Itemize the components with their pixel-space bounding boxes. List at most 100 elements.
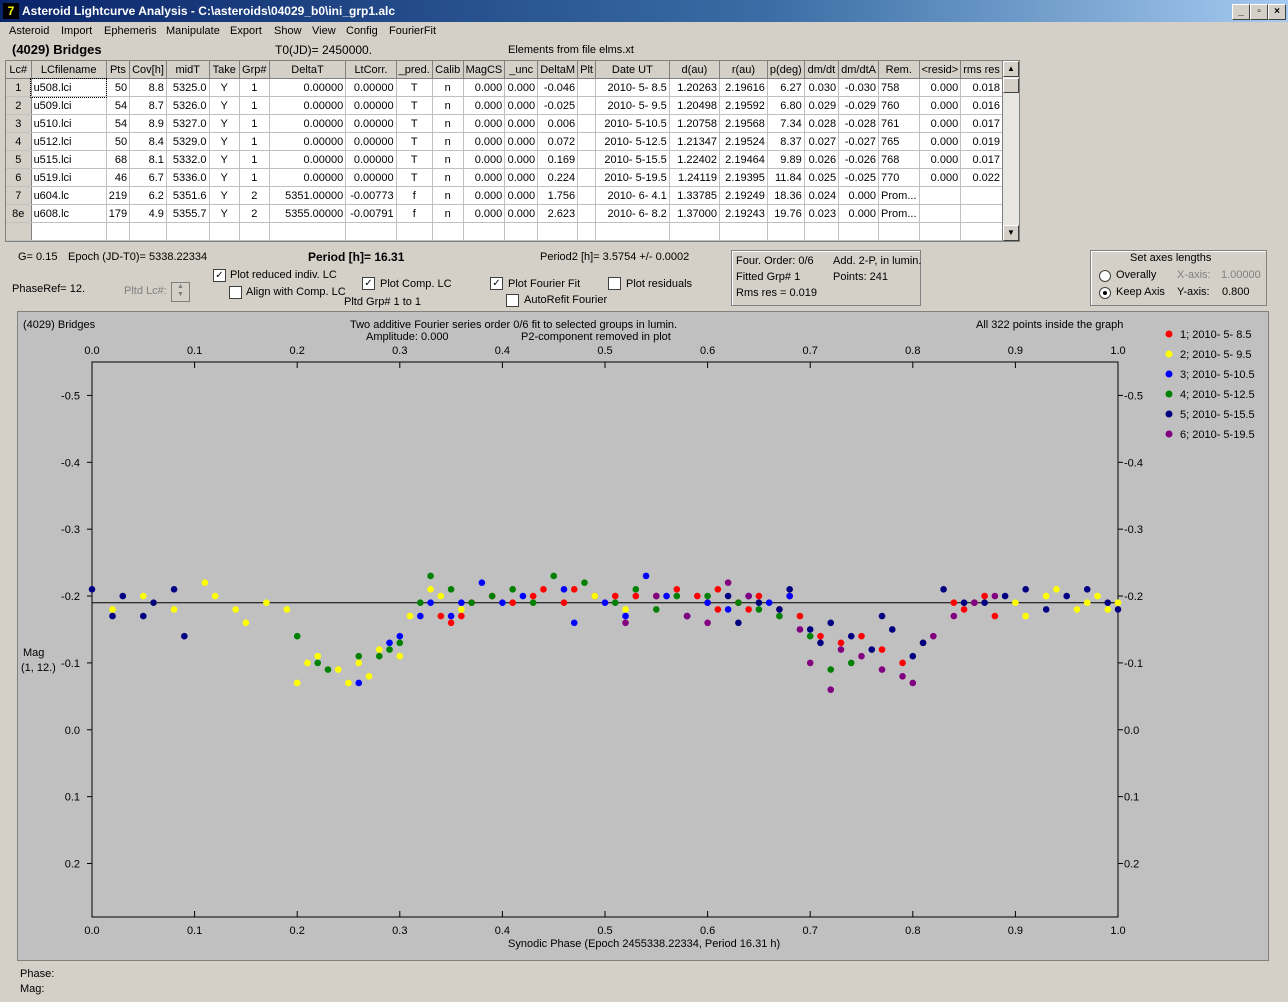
table-cell[interactable]: 54 [106, 114, 131, 133]
table-cell[interactable]: 2010- 5-12.5 [595, 132, 670, 151]
table-cell[interactable]: 0.000 [919, 96, 962, 115]
column-header[interactable]: DeltaT [269, 61, 347, 79]
column-header[interactable]: LCfilename [31, 61, 107, 79]
pltd-lc-spinner[interactable]: ▲ ▼ [171, 282, 190, 302]
table-cell[interactable]: 0.000 [463, 186, 506, 205]
keep-axis-radio[interactable] [1099, 287, 1111, 299]
table-cell[interactable]: u509.lci [31, 96, 107, 115]
table-cell[interactable]: 0.000 [504, 168, 539, 187]
table-cell[interactable] [577, 186, 596, 205]
table-cell[interactable]: 5355.00000 [269, 204, 347, 223]
table-cell[interactable]: 6.80 [767, 96, 805, 115]
table-cell[interactable] [595, 222, 670, 241]
table-cell[interactable]: 7.34 [767, 114, 805, 133]
close-button[interactable]: × [1268, 4, 1286, 20]
table-cell[interactable]: 0.025 [804, 168, 840, 187]
table-cell[interactable]: 0.000 [504, 150, 539, 169]
autorefit-checkbox[interactable] [506, 294, 519, 307]
table-cell[interactable]: T [396, 132, 433, 151]
table-cell[interactable]: 5355.7 [166, 204, 210, 223]
table-cell[interactable]: 1 [239, 78, 270, 97]
table-cell[interactable]: 0.000 [919, 132, 962, 151]
table-cell[interactable]: 9.89 [767, 150, 805, 169]
table-cell[interactable]: n [432, 132, 464, 151]
table-row[interactable]: 2 u509.lci 54 8.7 5326.0 Y 1 0.00000 0.00000 Tn 0.… [6, 96, 1003, 115]
table-cell[interactable] [960, 186, 1003, 205]
table-row[interactable]: 8e u608.lc 179 4.9 5355.7 Y 2 5355.00000 -0.0079… [6, 204, 1003, 223]
table-cell[interactable] [432, 222, 464, 241]
table-cell[interactable]: 1 [239, 168, 270, 187]
table-cell[interactable]: 0.000 [919, 114, 962, 133]
table-cell[interactable]: 0.00000 [345, 96, 397, 115]
table-cell[interactable] [577, 168, 596, 187]
table-cell[interactable]: 6.27 [767, 78, 805, 97]
column-header[interactable]: DeltaM [537, 61, 579, 79]
table-cell[interactable]: -0.046 [537, 78, 579, 97]
table-cell[interactable]: 5332.0 [166, 150, 210, 169]
plot-reduced-checkbox[interactable]: ✓ [213, 269, 226, 282]
table-cell[interactable]: 1.24119 [669, 168, 720, 187]
table-cell[interactable] [719, 222, 768, 241]
table-cell[interactable]: 2.623 [537, 204, 579, 223]
phase-plot[interactable]: 0.0 0.0 0.1 0.1 0.2 0.2 0.3 0.3 0.4 0.4 0.5 0.5 0.6 0… [18, 312, 1268, 960]
table-row[interactable]: 7 u604.lc 219 6.2 5351.6 Y 2 5351.00000 -0.00773… [6, 186, 1003, 205]
table-cell[interactable] [919, 204, 962, 223]
table-cell[interactable]: 0.00000 [345, 78, 397, 97]
table-cell[interactable]: 2010- 5- 9.5 [595, 96, 670, 115]
table-cell[interactable]: 0.00000 [345, 132, 397, 151]
table-cell[interactable] [396, 222, 433, 241]
column-header[interactable]: _pred. [396, 61, 433, 79]
phaseref-value[interactable]: PhaseRef= 12. [12, 283, 85, 295]
table-cell[interactable] [577, 78, 596, 97]
table-cell[interactable] [239, 222, 270, 241]
table-cell[interactable]: 2.19616 [719, 78, 768, 97]
table-cell[interactable]: 0.000 [919, 168, 962, 187]
minimize-button[interactable]: _ [1232, 4, 1250, 20]
column-header[interactable]: Pts [106, 61, 131, 79]
table-cell[interactable]: 179 [106, 204, 131, 223]
table-cell[interactable] [960, 204, 1003, 223]
scroll-up-icon[interactable]: ▲ [1003, 61, 1019, 77]
table-cell[interactable]: 1 [239, 150, 270, 169]
table-cell[interactable]: 0.026 [804, 150, 840, 169]
table-cell[interactable]: 0.000 [504, 114, 539, 133]
table-cell[interactable]: n [432, 150, 464, 169]
column-header[interactable]: Take [209, 61, 240, 79]
table-cell[interactable]: 0.017 [960, 150, 1003, 169]
column-header[interactable]: Date UT [595, 61, 670, 79]
table-cell[interactable]: 1.20263 [669, 78, 720, 97]
table-cell[interactable] [577, 132, 596, 151]
maximize-button[interactable]: ▫ [1250, 4, 1268, 20]
table-cell[interactable]: T [396, 150, 433, 169]
table-cell[interactable]: 2.19464 [719, 150, 768, 169]
table-cell[interactable]: u508.lci [30, 77, 108, 98]
table-cell[interactable]: 0.000 [463, 204, 506, 223]
table-cell[interactable]: 0.00000 [269, 114, 347, 133]
column-header[interactable]: <resid> [919, 61, 962, 79]
table-cell[interactable]: 2.19249 [719, 186, 768, 205]
column-header[interactable]: Calib [432, 61, 464, 79]
table-cell[interactable]: -0.00773 [345, 186, 397, 205]
table-cell[interactable] [577, 114, 596, 133]
table-cell[interactable]: 68 [106, 150, 131, 169]
scroll-thumb[interactable] [1003, 78, 1019, 93]
table-cell[interactable]: 1 [239, 114, 270, 133]
table-cell[interactable]: 0.000 [463, 114, 506, 133]
column-header[interactable]: midT [166, 61, 210, 79]
table-cell[interactable]: -0.028 [838, 114, 880, 133]
table-cell[interactable]: u512.lci [31, 132, 107, 151]
table-cell[interactable]: 0.00000 [269, 150, 347, 169]
table-cell[interactable]: 0.000 [504, 186, 539, 205]
table-cell[interactable]: 0.006 [537, 114, 579, 133]
table-cell[interactable]: 1.20498 [669, 96, 720, 115]
column-header[interactable]: d(au) [669, 61, 720, 79]
table-cell[interactable]: Y [209, 150, 240, 169]
table-cell[interactable]: 760 [878, 96, 920, 115]
table-cell[interactable]: 8.37 [767, 132, 805, 151]
table-cell[interactable]: u519.lci [31, 168, 107, 187]
table-cell[interactable]: 1.20758 [669, 114, 720, 133]
table-cell[interactable]: 8.1 [129, 150, 167, 169]
table-cell[interactable]: 0.00000 [345, 168, 397, 187]
table-cell[interactable]: 8.4 [129, 132, 167, 151]
table-cell[interactable]: 0.224 [537, 168, 579, 187]
